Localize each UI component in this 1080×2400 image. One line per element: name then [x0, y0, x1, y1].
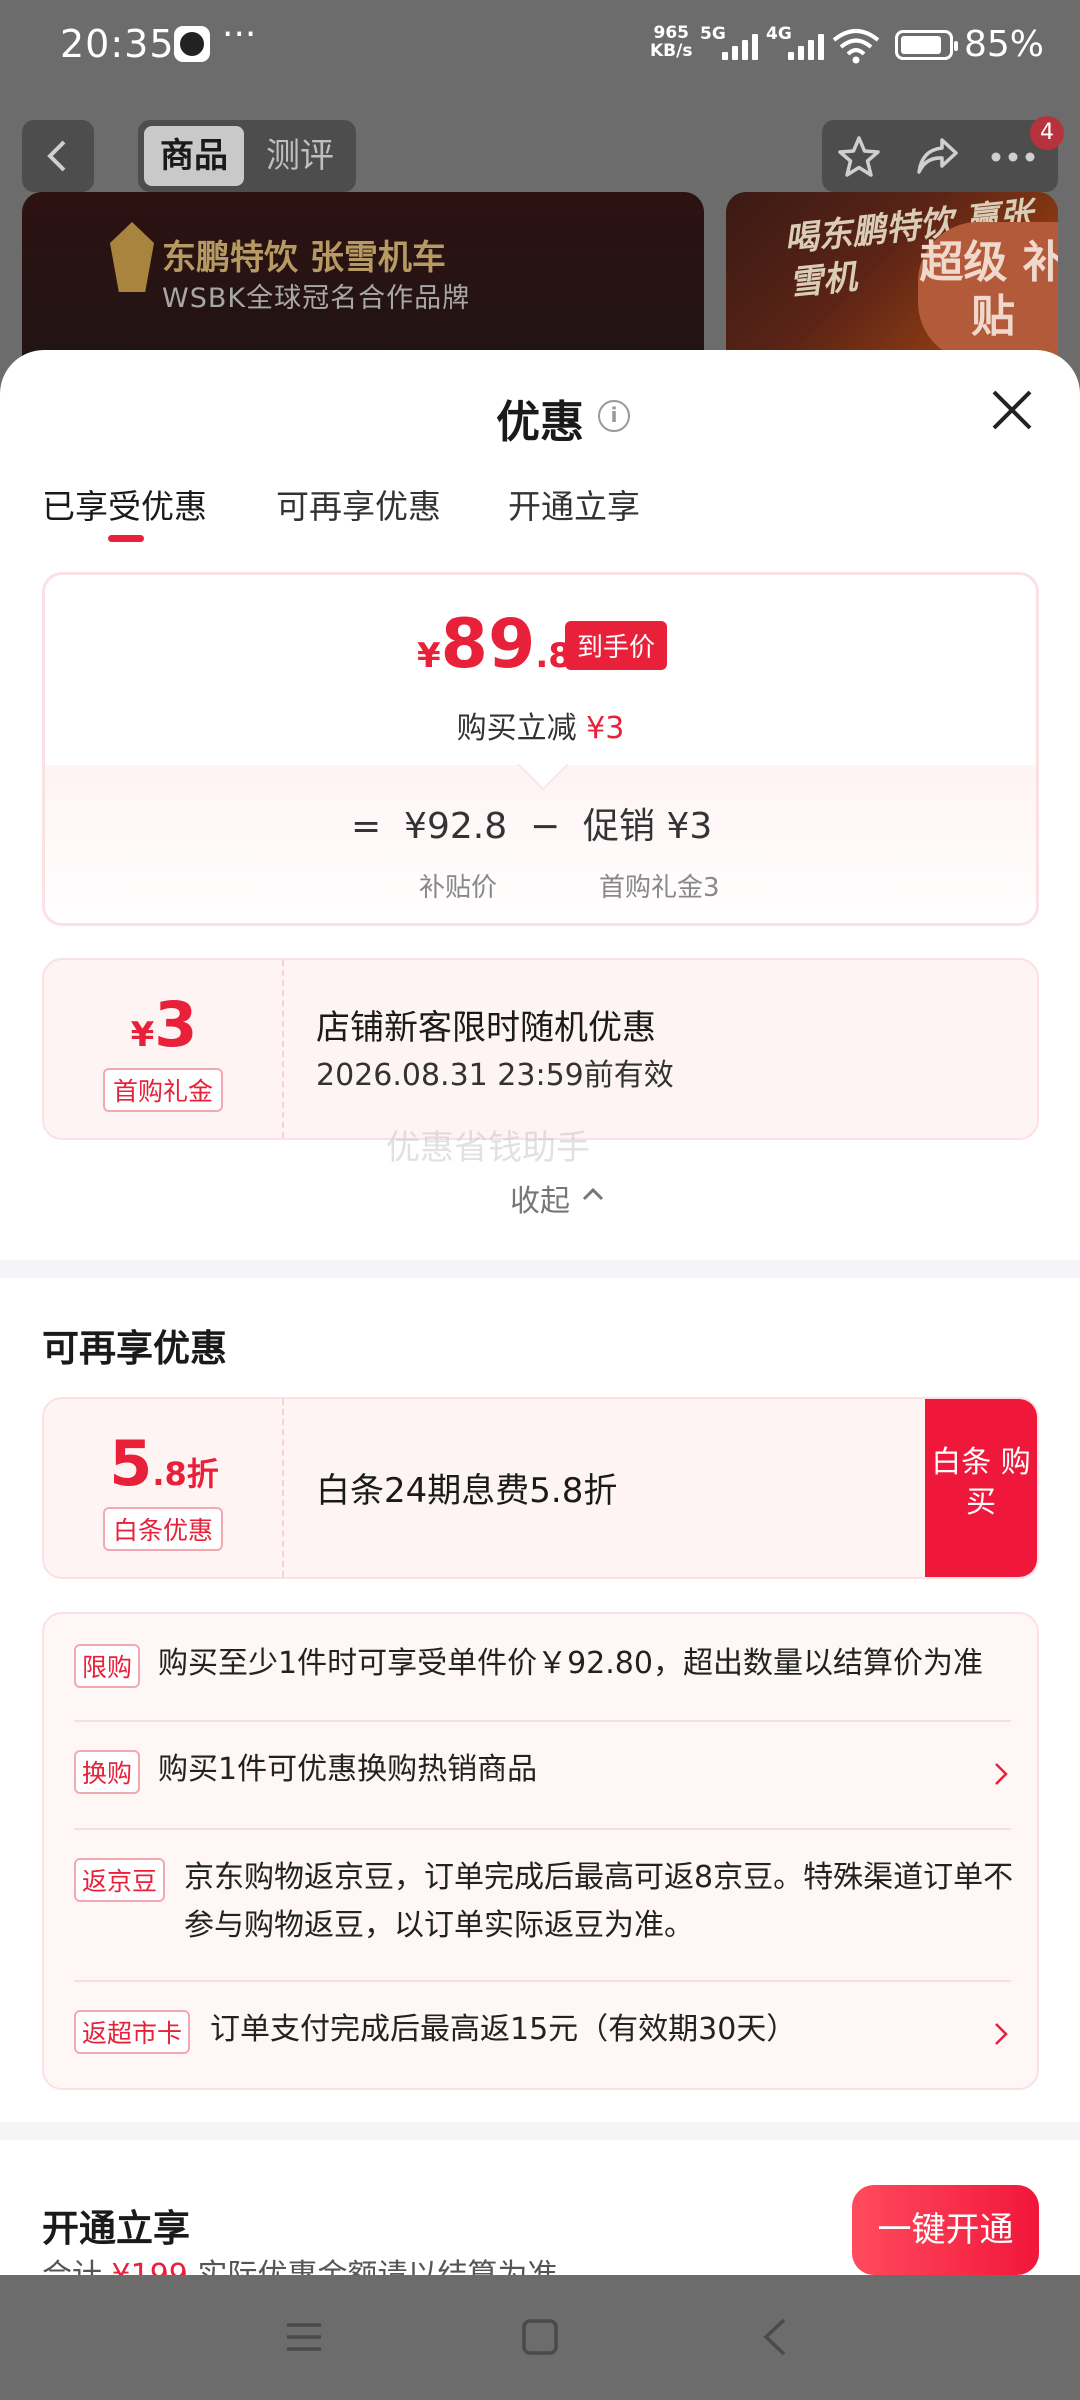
chevron-right-icon — [995, 2023, 1008, 2045]
more-icon[interactable] — [988, 134, 1038, 180]
notification-badge: 4 — [1030, 116, 1064, 150]
one-click-open-button[interactable]: 一键开通 — [852, 2185, 1039, 2275]
network-speed: 965 KB/s — [650, 23, 693, 61]
collapse-button[interactable]: 收起 — [510, 1176, 604, 1220]
system-nav-bar — [0, 2275, 1080, 2400]
tab-enjoyed[interactable]: 已享受优惠 — [42, 480, 207, 528]
sheet-title: 优惠 — [496, 397, 584, 448]
brand-logo-icon — [110, 222, 154, 292]
rule-text: 购买至少1件时可享受单件价￥92.80，超出数量以结算价为准 — [158, 1646, 983, 1681]
instant-cut: 购买立减 ¥3 — [456, 711, 625, 746]
star-icon[interactable] — [836, 134, 882, 180]
rule-text: 订单支付完成后最高返15元（有效期30天） — [210, 2012, 797, 2047]
tab-more-discounts[interactable]: 可再享优惠 — [276, 480, 441, 528]
first-buy-gift-caption: 首购礼金3 — [599, 873, 720, 903]
baitiao-coupon[interactable]: 5.8折 白条优惠 白条24期息费5.8折 白条 购买 — [42, 1397, 1039, 1579]
battery-percent: 85% — [964, 24, 1045, 65]
section-more-discounts: 可再享优惠 — [42, 1327, 227, 1370]
signal-4g-icon: 4G — [766, 24, 826, 60]
total-summary: 合计 ¥199 实际优惠金额请以结算为准 — [42, 2250, 557, 2275]
section-open-now: 开通立享 — [42, 2207, 190, 2250]
tab-goods[interactable]: 商品 — [144, 126, 244, 186]
subsidy-price-caption: 补贴价 — [419, 873, 498, 903]
share-icon[interactable] — [914, 134, 960, 180]
tab-open-now[interactable]: 开通立享 — [508, 480, 640, 528]
menu-icon[interactable] — [284, 2317, 324, 2357]
header-actions — [822, 120, 1058, 192]
baitiao-buy-button[interactable]: 白条 购买 — [925, 1399, 1037, 1577]
wifi-icon — [832, 29, 880, 64]
back-button[interactable] — [22, 120, 94, 192]
product-header: 商品 测评 4 东鹏特饮 张雪机车 WSBK全球冠名合作品牌 喝东鹏特饮 赢张雪… — [0, 92, 1080, 392]
close-icon[interactable] — [990, 388, 1034, 432]
coupon-expiry: 2026.08.31 23:59前有效 — [316, 1058, 674, 1093]
coupon-tag: 白条优惠 — [102, 1507, 224, 1551]
back-icon[interactable] — [760, 2317, 790, 2357]
back-arrow-icon — [47, 140, 66, 172]
rule-tag: 返京豆 — [74, 1858, 166, 1902]
watermark: 优惠省钱助手 — [386, 1128, 590, 1168]
info-icon[interactable]: i — [598, 400, 630, 432]
status-time: 20:35 — [60, 22, 175, 66]
final-price-card: ¥89.8 到手价 购买立减 ¥3 = ¥92.8 − 促销 ¥3 补贴价 首购… — [42, 572, 1039, 926]
home-icon[interactable] — [520, 2317, 560, 2357]
banner-title: 东鹏特饮 张雪机车 — [162, 238, 446, 278]
signal-5g-icon: 5G — [700, 24, 760, 60]
final-price: ¥89.8 — [417, 605, 572, 684]
coupon-tag: 首购礼金 — [102, 1068, 224, 1112]
list-item[interactable]: 返超市卡 订单支付完成后最高返15元（有效期30天） — [74, 2010, 1014, 2058]
tab-review[interactable]: 测评 — [250, 126, 350, 186]
rule-tag: 返超市卡 — [74, 2010, 191, 2054]
battery-icon — [895, 30, 958, 60]
rule-tag: 换购 — [74, 1750, 141, 1794]
discount-sheet: 优惠 i 已享受优惠 可再享优惠 开通立享 ¥89.8 到手价 购买立减 ¥3 … — [0, 350, 1080, 2275]
coupon-title: 白条24期息费5.8折 — [316, 1471, 618, 1511]
more-notifications-icon: ··· — [222, 14, 257, 55]
discount-rules: 限购 购买至少1件时可享受单件价￥92.80，超出数量以结算价为准 换购 购买1… — [42, 1612, 1039, 2090]
rule-tag: 限购 — [74, 1644, 141, 1688]
rule-text: 京东购物返京豆，订单完成后最高可返8京豆。特殊渠道订单不参与购物返豆，以订单实际… — [184, 1860, 1014, 1943]
chevron-up-icon — [582, 1187, 604, 1201]
rule-text: 购买1件可优惠换购热销商品 — [158, 1752, 538, 1787]
coupon-title: 店铺新客限时随机优惠 — [316, 1008, 656, 1048]
list-item[interactable]: 换购 购买1件可优惠换购热销商品 — [74, 1750, 1014, 1798]
status-bar: 20:35 ··· 965 KB/s 5G 4G 85% — [0, 0, 1080, 92]
super-subsidy-badge: 超级 补贴 — [918, 222, 1058, 362]
banner-subtitle: WSBK全球冠名合作品牌 — [162, 283, 471, 314]
active-tab-indicator — [108, 535, 144, 542]
hand-price-tag: 到手价 — [565, 621, 668, 670]
alarm-clock-icon — [174, 26, 210, 62]
first-buy-coupon[interactable]: ¥3 首购礼金 店铺新客限时随机优惠 2026.08.31 23:59前有效 — [42, 958, 1039, 1140]
chevron-right-icon — [995, 1763, 1008, 1785]
price-formula: = ¥92.8 − 促销 ¥3 — [351, 806, 713, 847]
product-tabs: 商品 测评 — [138, 120, 356, 192]
